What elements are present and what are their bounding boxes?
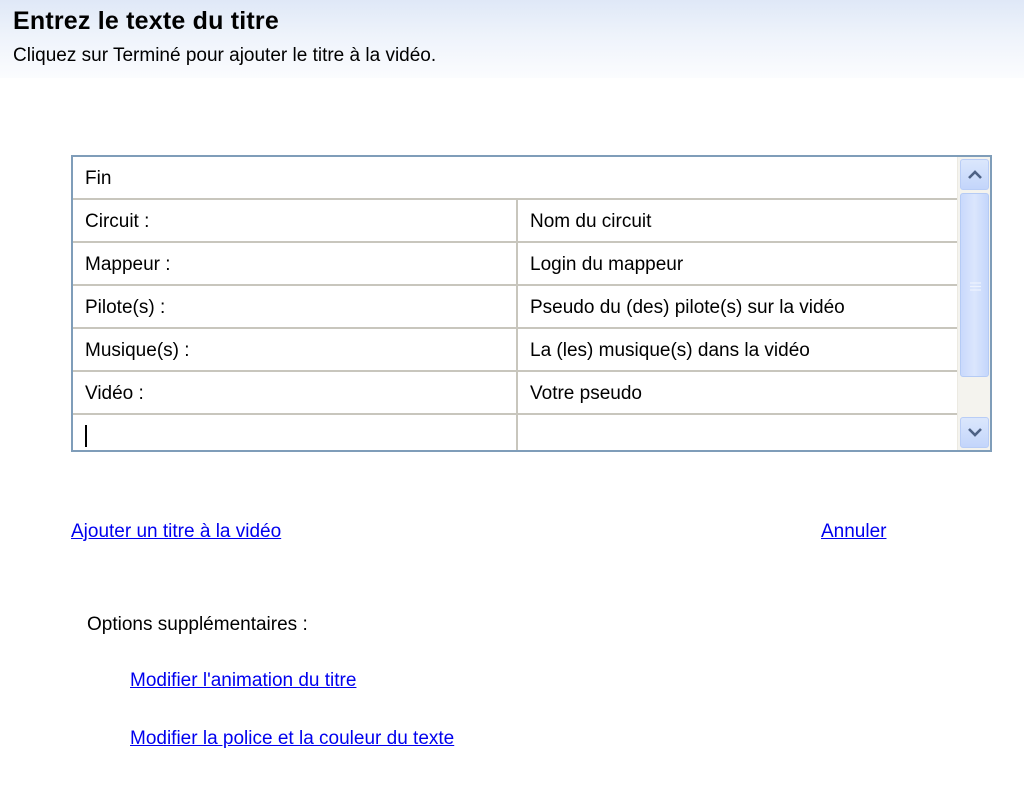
table-row[interactable]: Mappeur : Login du mappeur (73, 243, 959, 286)
vertical-scrollbar[interactable] (957, 157, 990, 450)
table-cell-value[interactable]: Votre pseudo (518, 372, 959, 413)
table-cell-label-empty[interactable] (73, 415, 518, 450)
add-title-link[interactable]: Ajouter un titre à la vidéo (71, 521, 281, 543)
text-line-title[interactable]: Fin (73, 157, 959, 200)
scroll-down-arrow-icon (968, 428, 982, 437)
table-cell-label[interactable]: Circuit : (73, 200, 518, 241)
table-row[interactable]: Pilote(s) : Pseudo du (des) pilote(s) su… (73, 286, 959, 329)
page-title: Entrez le texte du titre (13, 7, 279, 35)
cancel-link[interactable]: Annuler (821, 521, 887, 543)
table-row[interactable]: Circuit : Nom du circuit (73, 200, 959, 243)
table-cell-value[interactable]: Nom du circuit (518, 200, 959, 241)
change-font-color-link[interactable]: Modifier la police et la couleur du text… (130, 728, 454, 750)
scroll-up-arrow-icon (968, 170, 982, 179)
page-subtitle: Cliquez sur Terminé pour ajouter le titr… (13, 45, 437, 66)
table-cell-label[interactable]: Vidéo : (73, 372, 518, 413)
text-caret (85, 425, 87, 447)
table-cell-label[interactable]: Pilote(s) : (73, 286, 518, 327)
title-text-grid[interactable]: Fin Circuit : Nom du circuit Mappeur : L… (73, 157, 959, 450)
table-cell-label[interactable]: Musique(s) : (73, 329, 518, 370)
scroll-down-button[interactable] (960, 417, 989, 448)
table-cell-value[interactable]: Login du mappeur (518, 243, 959, 284)
header-banner: Entrez le texte du titre Cliquez sur Ter… (0, 0, 1024, 78)
title-text-editor[interactable]: Fin Circuit : Nom du circuit Mappeur : L… (71, 155, 992, 452)
more-options-label: Options supplémentaires : (87, 614, 308, 635)
table-cell-value-empty[interactable] (518, 415, 959, 450)
table-row[interactable]: Musique(s) : La (les) musique(s) dans la… (73, 329, 959, 372)
scroll-up-button[interactable] (960, 159, 989, 190)
table-cell-label[interactable]: Mappeur : (73, 243, 518, 284)
scroll-thumb[interactable] (960, 193, 989, 377)
scroll-grip-icon (970, 282, 981, 291)
table-cell-value[interactable]: Pseudo du (des) pilote(s) sur la vidéo (518, 286, 959, 327)
table-row[interactable]: Vidéo : Votre pseudo (73, 372, 959, 415)
table-row-empty[interactable] (73, 415, 959, 450)
text-line-title-cell[interactable]: Fin (73, 157, 959, 198)
change-title-animation-link[interactable]: Modifier l'animation du titre (130, 670, 356, 692)
table-cell-value[interactable]: La (les) musique(s) dans la vidéo (518, 329, 959, 370)
